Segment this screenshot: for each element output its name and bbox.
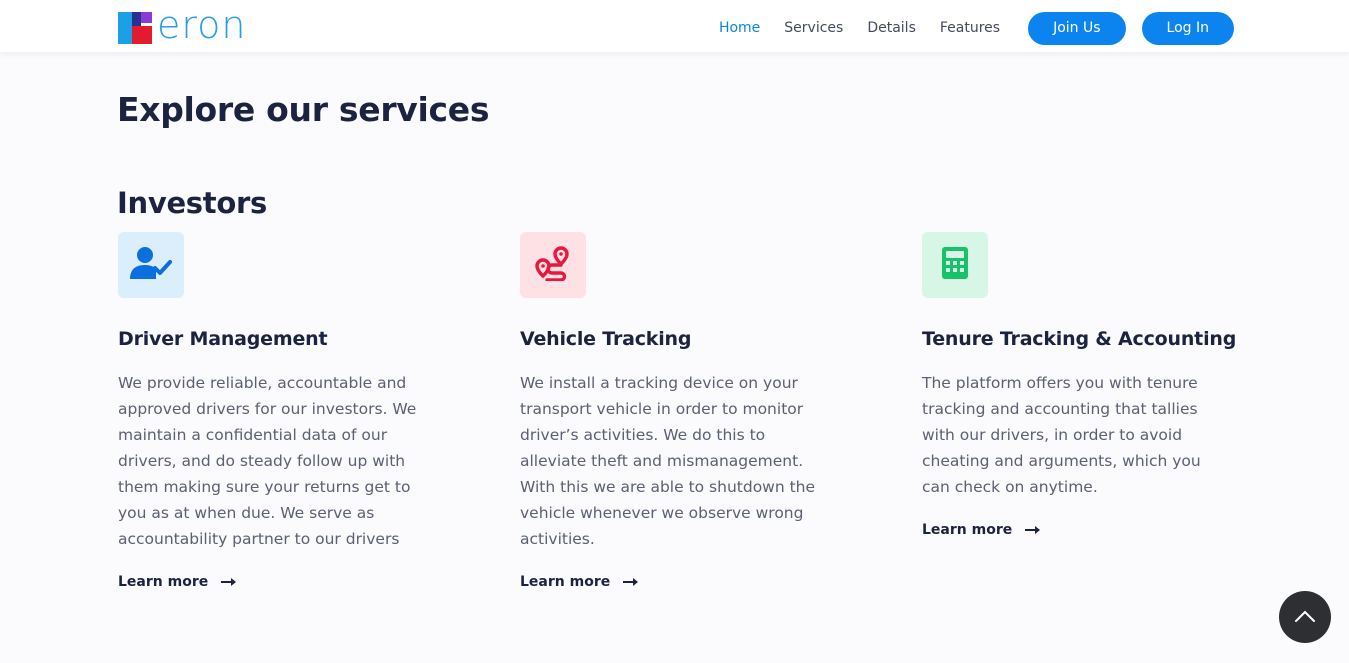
scroll-to-top-button[interactable]: [1279, 591, 1331, 643]
join-us-button[interactable]: Join Us: [1028, 11, 1126, 45]
route-icon: [535, 245, 571, 285]
nav-details[interactable]: Details: [867, 20, 916, 36]
nav-features[interactable]: Features: [940, 20, 1000, 36]
arrow-right-icon: [1025, 525, 1041, 535]
card-description: We provide reliable, accountable and app…: [118, 374, 417, 548]
learn-more-link[interactable]: Learn more: [520, 574, 820, 590]
brand-logo[interactable]: eron: [118, 3, 247, 47]
nav-services[interactable]: Services: [784, 20, 843, 36]
learn-more-label: Learn more: [922, 522, 1013, 538]
card-description: We install a tracking device on your tra…: [520, 374, 816, 548]
card-title: Tenure Tracking & Accounting: [922, 328, 1237, 350]
learn-more-label: Learn more: [118, 574, 209, 590]
learn-more-link[interactable]: Learn more: [922, 522, 1222, 538]
icon-tile: [520, 232, 586, 298]
calculator-icon: [941, 246, 969, 284]
user-check-icon: [130, 246, 172, 284]
nav-home[interactable]: Home: [719, 20, 760, 36]
logo-mark-icon: [118, 12, 154, 44]
learn-more-label: Learn more: [520, 574, 611, 590]
learn-more-link[interactable]: Learn more: [118, 574, 418, 590]
card-title: Vehicle Tracking: [520, 328, 692, 350]
arrow-right-icon: [623, 577, 639, 587]
icon-tile: [118, 232, 184, 298]
top-navbar: eron Home Services Details Features Join…: [0, 0, 1349, 52]
arrow-right-icon: [221, 577, 237, 587]
main-nav: Home Services Details Features Join Us L…: [695, 0, 1234, 56]
service-card-vehicle-tracking: Vehicle Tracking We install a tracking d…: [520, 232, 820, 590]
icon-tile: [922, 232, 988, 298]
brand-name: eron: [157, 3, 247, 47]
service-card-tenure-tracking: Tenure Tracking & Accounting The platfor…: [922, 232, 1237, 538]
section-title: Investors: [117, 186, 267, 220]
service-card-driver-management: Driver Management We provide reliable, a…: [118, 232, 418, 590]
page-title: Explore our services: [117, 90, 490, 129]
card-description: The platform offers you with tenure trac…: [922, 374, 1201, 496]
chevron-up-icon: [1294, 608, 1316, 627]
log-in-button[interactable]: Log In: [1141, 11, 1234, 45]
card-title: Driver Management: [118, 328, 328, 350]
